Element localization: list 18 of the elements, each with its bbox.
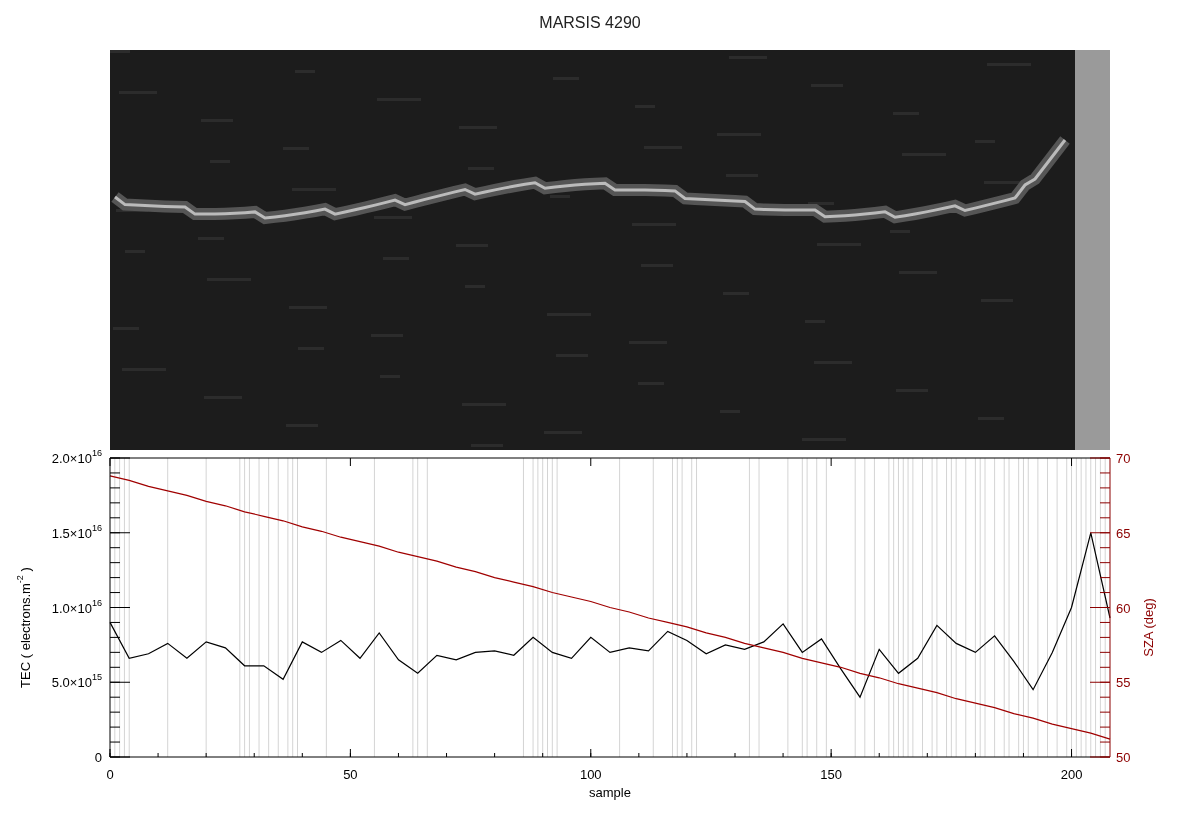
tick-label: 1.5×10$^{16}$: [51, 522, 102, 541]
tick-label: 100: [579, 767, 602, 782]
chart-title: MARSIS 4290: [539, 14, 641, 33]
tick-label: 55: [1116, 675, 1131, 691]
tick-label: 50: [343, 767, 358, 782]
tick-label: 50: [1116, 750, 1131, 765]
tick-label: 70: [1116, 451, 1131, 466]
tick-label: 0: [94, 750, 102, 765]
axis-title: SZA (deg): [1141, 598, 1156, 657]
tick-label: 1.0×10$^{16}$: [51, 597, 102, 616]
tick-label: 200: [1060, 767, 1083, 782]
axis-title: sample: [589, 785, 631, 800]
tick-label: 150: [820, 767, 842, 782]
tick-label: 0: [106, 767, 114, 782]
tick-label: 2.0×10$^{16}$: [51, 450, 102, 466]
tick-label: 5.0×10$^{15}$: [51, 672, 102, 691]
tick-label: 65: [1116, 525, 1131, 541]
tick-label: 60: [1116, 600, 1131, 616]
